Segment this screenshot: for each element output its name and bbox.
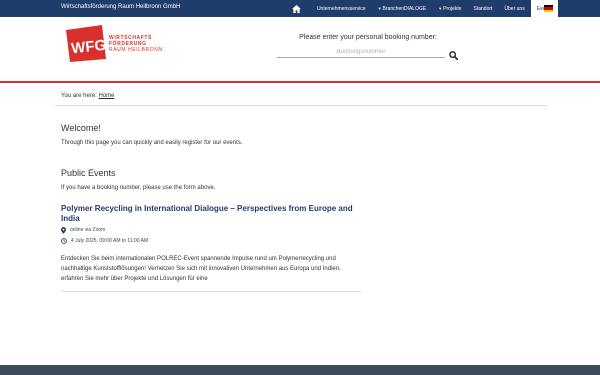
event-title-link[interactable]: Polymer Recycling in International Dialo… <box>61 204 361 224</box>
wfg-logo-mark: WFG <box>62 25 107 62</box>
search-icon[interactable] <box>449 47 459 61</box>
booking-label: Please enter your personal booking numbe… <box>299 34 437 41</box>
nav-item-branchendialoge[interactable]: ▼ BranchenDIALOGE <box>372 0 433 17</box>
clock-icon <box>61 238 67 244</box>
logo-text: WIRTSCHAFTS FÖRDERUNG RAUM HEILBRONN <box>109 34 163 53</box>
map-pin-icon <box>61 226 66 234</box>
event-location: online via Zoom <box>61 226 361 234</box>
booking-form: Please enter your personal booking numbe… <box>277 34 459 61</box>
top-bar: Wirtschaftsförderung Raum Heilbronn GmbH… <box>0 0 600 17</box>
main-content: Welcome! Through this page you can quick… <box>61 123 361 292</box>
breadcrumb: You are here: Home <box>61 93 115 99</box>
caret-down-icon: ▼ <box>377 6 382 11</box>
event-card: Polymer Recycling in International Dialo… <box>61 204 361 292</box>
event-description: Entdecken Sie beim internationalen POLRE… <box>61 256 341 282</box>
nav-item-projekte[interactable]: ▼ Projekte <box>432 0 467 17</box>
org-name: Wirtschaftsförderung Raum Heilbronn GmbH <box>61 4 181 10</box>
main-nav: Unternehmensservice ▼ BranchenDIALOGE ▼ Pr… <box>282 0 558 17</box>
breadcrumb-home-link[interactable]: Home <box>98 93 114 99</box>
welcome-text: Through this page you can quickly and ea… <box>61 140 243 146</box>
nav-item-standort[interactable]: Standort <box>468 0 499 17</box>
event-divider <box>61 291 361 292</box>
public-events-title: Public Events <box>61 168 116 178</box>
breadcrumb-divider <box>55 105 548 106</box>
home-icon[interactable] <box>282 0 311 17</box>
nav-item-unternehmensservice[interactable]: Unternehmensservice <box>311 0 372 17</box>
booking-number-input[interactable] <box>277 46 445 58</box>
caret-down-icon: ▼ <box>438 6 443 11</box>
svg-text:WFG: WFG <box>70 37 106 58</box>
header-divider <box>0 81 600 83</box>
welcome-title: Welcome! <box>61 123 101 133</box>
breadcrumb-prefix: You are here: <box>61 93 97 99</box>
footer <box>0 365 600 375</box>
event-datetime: 4 July 2025, 09:00 AM to 11:00 AM <box>61 237 361 245</box>
header: WFG WIRTSCHAFTS FÖRDERUNG RAUM HEILBRONN… <box>0 17 600 81</box>
flag-de-icon[interactable] <box>544 5 553 12</box>
logo[interactable]: WFG WIRTSCHAFTS FÖRDERUNG RAUM HEILBRONN <box>62 25 163 62</box>
public-events-text: If you have a booking number, please use… <box>61 185 216 191</box>
nav-item-ueber-uns[interactable]: Über uns <box>498 0 530 17</box>
